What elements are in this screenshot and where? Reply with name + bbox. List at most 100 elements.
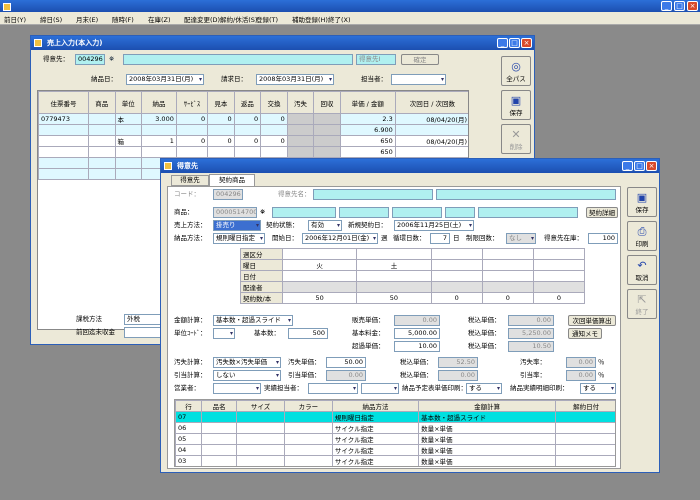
table-cell[interactable]: [88, 146, 116, 158]
table-cell[interactable]: 0: [233, 135, 262, 147]
grid-cell[interactable]: [281, 270, 358, 282]
app-close-button[interactable]: ×: [687, 1, 698, 11]
table-cell[interactable]: 08/04/20(月): [394, 113, 468, 125]
grid-cell[interactable]: [481, 259, 534, 271]
table-cell[interactable]: 0: [175, 135, 209, 147]
tab-customer[interactable]: 得意先: [171, 175, 209, 186]
table-cell[interactable]: [175, 146, 209, 158]
table-cell[interactable]: [207, 124, 235, 136]
grid-cell[interactable]: [481, 248, 534, 260]
list-cell[interactable]: [556, 467, 616, 468]
confirm-button[interactable]: 確定: [401, 54, 439, 65]
table-cell[interactable]: 0: [175, 113, 209, 125]
menu-item[interactable]: 月末(E): [76, 14, 98, 24]
grid-cell[interactable]: 50: [356, 292, 432, 304]
table-cell[interactable]: [38, 168, 90, 180]
exit-button[interactable]: ⇱ 終了: [627, 289, 657, 319]
list-cell[interactable]: [555, 444, 615, 456]
list-cell[interactable]: [236, 411, 285, 423]
customer-save-button[interactable]: ▣ 保存: [627, 187, 657, 217]
table-cell[interactable]: [88, 113, 116, 125]
list-cell[interactable]: [201, 411, 238, 423]
sales-delete-button[interactable]: ✕ 削除: [501, 124, 531, 154]
grid-cell[interactable]: 火: [281, 259, 358, 271]
contract-detail-button[interactable]: 契約詳細: [586, 207, 618, 218]
customer-kana-field[interactable]: 得意先Ⅰ: [356, 54, 396, 65]
list-cell[interactable]: 数量×単価: [418, 433, 557, 445]
stock-field[interactable]: 100: [588, 233, 618, 244]
list-cell[interactable]: 04: [175, 444, 203, 456]
table-cell[interactable]: 650: [339, 135, 396, 147]
table-cell[interactable]: [313, 146, 341, 158]
menu-item[interactable]: 締日(S): [40, 14, 62, 24]
list-cell[interactable]: サイクル指定: [331, 433, 420, 445]
list-cell[interactable]: [555, 411, 615, 423]
grid-cell[interactable]: 土: [356, 259, 432, 271]
calc-select[interactable]: 基本数・超過スライド: [213, 315, 293, 326]
table-cell[interactable]: [286, 124, 315, 136]
limit-select[interactable]: なし: [506, 233, 536, 244]
list-cell[interactable]: 02: [176, 467, 202, 468]
table-cell[interactable]: [260, 124, 288, 136]
grid-cell[interactable]: 0: [532, 292, 586, 304]
table-row[interactable]: 箱 1 0 0 0 0 650 08/04/20(月): [38, 135, 468, 147]
cancel-button[interactable]: ↶ 取消: [627, 255, 657, 285]
list-cell[interactable]: 数量×単価: [419, 467, 556, 468]
table-cell[interactable]: [175, 124, 209, 136]
invoice-date-field[interactable]: 2008年03月31日(月): [256, 74, 334, 85]
table-cell[interactable]: [114, 124, 143, 136]
table-cell[interactable]: 0: [260, 113, 288, 125]
table-cell[interactable]: 箱: [114, 135, 143, 147]
list-cell[interactable]: サイクル指定: [331, 422, 420, 434]
binoculars-icon[interactable]: ⛯: [260, 207, 265, 218]
tab-contract-products[interactable]: 契約商品: [209, 174, 255, 186]
grid-cell[interactable]: [532, 281, 586, 293]
print-select[interactable]: する: [466, 383, 502, 394]
menu-item[interactable]: 解約/休活(S): [220, 14, 257, 24]
list-item[interactable]: 02 サイクル指定数量×単価: [176, 467, 617, 468]
loss-calc-select[interactable]: 汚失数×汚失単価: [213, 357, 281, 368]
table-cell[interactable]: [286, 113, 315, 125]
app-maximize-button[interactable]: □: [674, 1, 685, 11]
list-cell[interactable]: [237, 467, 285, 468]
sales-close-button[interactable]: ×: [521, 38, 532, 48]
table-cell[interactable]: [88, 168, 116, 180]
table-cell[interactable]: [313, 135, 341, 147]
customer-minimize-button[interactable]: _: [622, 161, 633, 171]
table-cell[interactable]: [38, 135, 90, 147]
grid-cell[interactable]: [356, 281, 432, 293]
table-cell[interactable]: 3.000: [141, 113, 177, 125]
table-cell[interactable]: [394, 124, 468, 136]
table-cell[interactable]: [394, 146, 468, 158]
grid-cell[interactable]: 0: [481, 292, 534, 304]
list-cell[interactable]: [236, 422, 285, 434]
table-row[interactable]: 0779473 本 3.000 0 0 0 0 2.3 08/04/20(月): [38, 113, 468, 125]
product-color-field[interactable]: [392, 207, 442, 218]
base-qty-field[interactable]: 500: [288, 328, 328, 339]
product-size-field[interactable]: [339, 207, 389, 218]
table-cell[interactable]: 6.900: [339, 124, 396, 136]
delivery-date-field[interactable]: 2008年03月31日(月): [126, 74, 204, 85]
table-cell[interactable]: [88, 135, 116, 147]
table-cell[interactable]: [38, 124, 90, 136]
list-cell[interactable]: 03: [175, 455, 203, 466]
list-cell[interactable]: [202, 467, 237, 468]
menu-item[interactable]: 補助登録(H): [292, 14, 328, 24]
grid-cell[interactable]: [481, 270, 534, 282]
table-cell[interactable]: [313, 124, 341, 136]
pass-all-button[interactable]: ◎ 全パス: [501, 56, 531, 86]
table-cell[interactable]: [114, 157, 143, 169]
binoculars-icon[interactable]: ⛯: [109, 54, 114, 65]
customer-code-field[interactable]: 004296: [75, 54, 105, 65]
sales-save-button[interactable]: ▣ 保存: [501, 90, 531, 120]
staff-field[interactable]: [391, 74, 446, 85]
actual-staff-name-select[interactable]: [361, 383, 399, 394]
list-cell[interactable]: 基本数・超過スライド: [418, 411, 557, 423]
product-note-field[interactable]: [478, 207, 578, 218]
loss-price-field[interactable]: 50.00: [326, 357, 366, 368]
list-cell[interactable]: 07: [175, 411, 203, 423]
menu-item[interactable]: 登録(T): [256, 14, 278, 24]
table-cell[interactable]: [313, 113, 341, 125]
sales-maximize-button[interactable]: □: [509, 38, 520, 48]
list-cell[interactable]: [283, 455, 333, 466]
